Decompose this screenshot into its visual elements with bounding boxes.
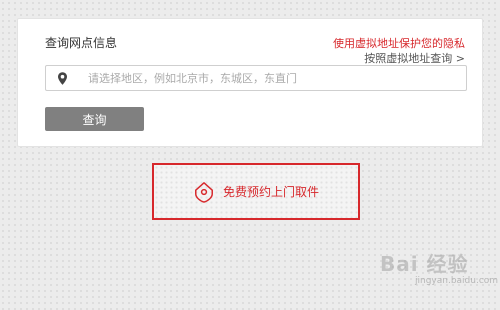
query-button[interactable]: 查询: [45, 107, 144, 131]
baidu-jingyan-watermark: Bai 经验: [380, 252, 469, 276]
location-pin-icon: [58, 72, 67, 85]
privacy-link[interactable]: 使用虚拟地址保护您的隐私: [333, 35, 465, 51]
watermark-url: jingyan.baidu.com: [415, 276, 499, 286]
home-location-icon: [195, 181, 213, 203]
free-pickup-button[interactable]: 免费预约上门取件: [152, 163, 360, 220]
virtual-address-query-link[interactable]: 按照虚拟地址查询 >: [364, 50, 465, 66]
region-search-input[interactable]: [88, 66, 458, 90]
branch-query-card: 查询网点信息 使用虚拟地址保护您的隐私 按照虚拟地址查询 > 查询: [17, 18, 483, 147]
card-title: 查询网点信息: [45, 36, 118, 50]
search-box[interactable]: [45, 65, 467, 91]
pickup-label: 免费预约上门取件: [222, 185, 319, 199]
